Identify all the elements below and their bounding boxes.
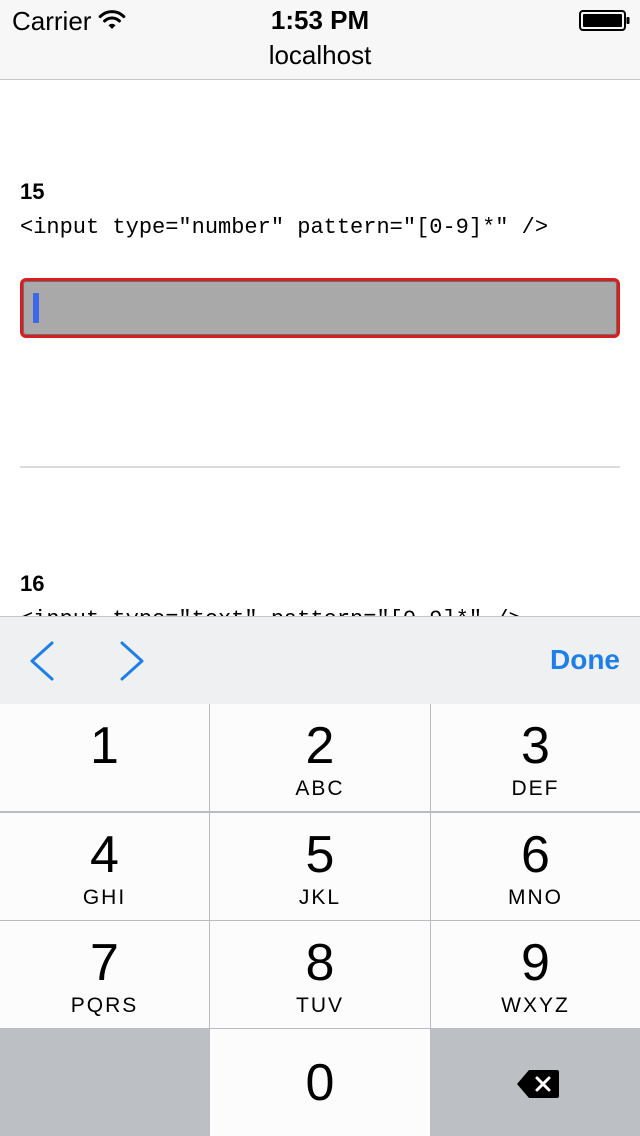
key-digit: 4 — [90, 826, 119, 884]
key-digit: 6 — [521, 826, 550, 884]
key-digit: 1 — [90, 717, 119, 775]
key-letters: ABC — [295, 777, 345, 800]
test-number-15: 15 — [20, 179, 45, 204]
key-digit: 7 — [90, 934, 119, 992]
key-letters: MNO — [508, 886, 563, 909]
done-button[interactable]: Done — [550, 643, 620, 677]
key-digit: 5 — [305, 826, 335, 884]
key-letters: JKL — [298, 886, 342, 909]
text-caret — [33, 293, 39, 323]
keyboard-accessory-bar: Done — [0, 616, 640, 704]
number-pad: 1 2 ABC 3 DEF 4 GHI 5 JKL 6 MNO 7 PQRS 8… — [0, 704, 640, 1136]
key-letters: TUV — [296, 994, 344, 1017]
key-0[interactable]: 0 — [210, 1029, 430, 1136]
chevron-right-icon[interactable] — [112, 639, 152, 683]
number-input-field[interactable] — [20, 278, 620, 338]
key-digit: 8 — [305, 934, 335, 992]
web-page-content: 15 <input type="number" pattern="[0-9]*"… — [0, 80, 640, 616]
key-3[interactable]: 3 DEF — [431, 704, 640, 811]
delete-key[interactable] — [431, 1029, 640, 1136]
key-1[interactable]: 1 — [0, 704, 209, 811]
key-letters: DEF — [511, 777, 560, 800]
mobile-safari-screen: Carrier 1:53 PM localhost 15 <input type… — [0, 0, 640, 1136]
browser-top-bar: Carrier 1:53 PM localhost — [0, 0, 640, 80]
key-digit: 9 — [521, 934, 550, 992]
key-5[interactable]: 5 JKL — [210, 813, 430, 920]
battery-icon — [579, 10, 630, 31]
backspace-icon — [517, 1070, 559, 1098]
key-7[interactable]: 7 PQRS — [0, 921, 209, 1028]
key-4[interactable]: 4 GHI — [0, 813, 209, 920]
key-digit: 0 — [305, 1054, 335, 1112]
key-9[interactable]: 9 WXYZ — [431, 921, 640, 1028]
blank-key — [0, 1029, 209, 1136]
key-8[interactable]: 8 TUV — [210, 921, 430, 1028]
key-digit: 2 — [305, 717, 335, 775]
key-2[interactable]: 2 ABC — [210, 704, 430, 811]
test-code-15: <input type="number" pattern="[0-9]*" /> — [20, 215, 549, 240]
key-6[interactable]: 6 MNO — [431, 813, 640, 920]
key-digit: 3 — [521, 717, 550, 775]
test-code-16: <input type="text" pattern="[0-9]*" /> — [20, 607, 522, 616]
chevron-left-icon[interactable] — [24, 639, 64, 683]
section-divider — [20, 466, 620, 468]
test-number-16: 16 — [20, 571, 45, 596]
key-letters: WXYZ — [501, 994, 570, 1017]
address-bar[interactable]: localhost — [0, 40, 640, 70]
status-time: 1:53 PM — [270, 5, 370, 35]
key-letters: PQRS — [70, 994, 139, 1017]
key-letters: GHI — [82, 886, 127, 909]
